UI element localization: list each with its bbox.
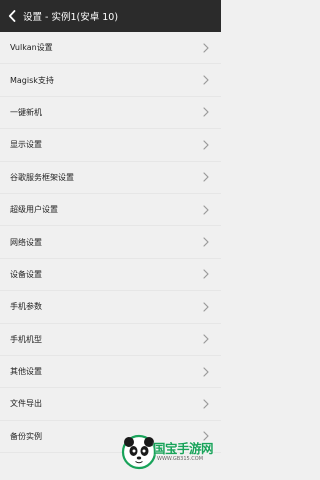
settings-item-label: 显示设置 (10, 140, 42, 150)
settings-item[interactable]: 谷歌服务框架设置 (0, 161, 221, 194)
chevron-right-icon (203, 205, 209, 215)
settings-item[interactable]: 显示设置 (0, 129, 221, 162)
settings-item-label: 超级用户设置 (10, 205, 58, 215)
settings-item-label: 手机参数 (10, 302, 42, 312)
settings-item[interactable]: 网络设置 (0, 226, 221, 259)
chevron-right-icon (203, 140, 209, 150)
settings-item[interactable]: 其他设置 (0, 355, 221, 389)
settings-item-label: 文件导出 (10, 399, 42, 409)
settings-item-label: 手机机型 (10, 334, 42, 344)
chevron-right-icon (203, 107, 209, 118)
chevron-right-icon (203, 43, 209, 53)
chevron-right-icon (203, 75, 209, 85)
settings-item-label: 设备设置 (10, 269, 42, 279)
settings-item[interactable]: 一键新机 (0, 96, 221, 130)
settings-list: Vulkan设置 Magisk支持 一键新机显示设置谷歌服务框架设置 超级用户设置 网络… (0, 32, 221, 454)
panda-logo-icon (121, 434, 157, 470)
settings-item[interactable]: 手机机型 (0, 323, 221, 356)
page-title: 设置 - 实例1(安卓 10) (23, 12, 119, 23)
settings-item[interactable]: Magisk支持 (0, 64, 221, 97)
top-bar: 设置 - 实例1(安卓 10) (0, 0, 221, 32)
chevron-left-icon (8, 10, 16, 22)
settings-item[interactable]: 超级用户设置 (0, 193, 221, 227)
settings-item-label: 网络设置 (10, 237, 42, 247)
settings-item-label: 备份实例 (10, 431, 42, 441)
settings-item[interactable]: 文件导出 (0, 388, 221, 421)
chevron-right-icon (203, 399, 209, 409)
settings-item-label: Vulkan设置 (10, 43, 53, 53)
settings-item[interactable]: 手机参数 (0, 291, 221, 324)
back-button[interactable] (2, 0, 22, 32)
chevron-right-icon (203, 269, 209, 280)
watermark: 国宝手游网 WWW.GB315.COM (121, 432, 217, 472)
chevron-right-icon (203, 302, 209, 312)
chevron-right-icon (203, 237, 209, 247)
chevron-right-icon (203, 172, 209, 182)
settings-item-label: Magisk支持 (10, 75, 54, 85)
chevron-right-icon (203, 334, 209, 344)
settings-item-label: 谷歌服务框架设置 (10, 172, 74, 182)
settings-item[interactable]: 设备设置 (0, 258, 221, 292)
watermark-url: WWW.GB315.COM (157, 456, 204, 462)
settings-item-label: 其他设置 (10, 367, 42, 377)
settings-item-label: 一键新机 (10, 107, 42, 117)
watermark-text: 国宝手游网 (153, 441, 214, 456)
chevron-right-icon (203, 366, 209, 377)
settings-item[interactable]: Vulkan设置 (0, 32, 221, 65)
